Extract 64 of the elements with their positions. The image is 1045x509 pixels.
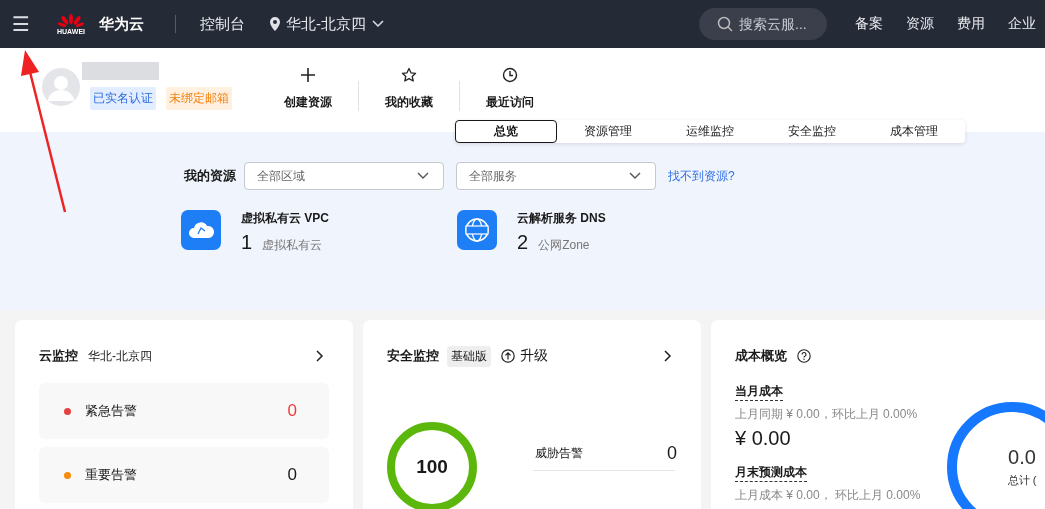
total-label: 总计 ( [1007, 473, 1037, 488]
resource-type: 公网Zone [538, 237, 590, 254]
section-title: 我的资源 [184, 167, 236, 185]
region-selector[interactable]: 华北-北京四 [270, 14, 384, 34]
card-title: 安全监控 [387, 347, 439, 365]
help-link[interactable]: 找不到资源? [668, 167, 735, 185]
verified-tag: 已实名认证 [90, 87, 156, 110]
cost-comparison: 上月同期 ¥ 0.00，环比上月 0.00% [735, 406, 919, 423]
upgrade-link[interactable]: 升级 [501, 347, 548, 365]
dropdown[interactable]: 全部服务 [456, 162, 656, 190]
menu-button[interactable]: ☰ [12, 12, 34, 36]
alarm-row[interactable]: 重要告警 0 [39, 447, 329, 503]
threat-label: 威胁告警 [535, 444, 583, 462]
resource-count[interactable]: 1 [241, 231, 253, 254]
nav-link[interactable]: 备案 [855, 15, 883, 33]
card-title: 云监控 [39, 347, 78, 365]
avatar-icon [42, 68, 80, 106]
help-icon[interactable] [797, 349, 811, 363]
cost-amount: ¥ 0.00 [735, 427, 792, 450]
alarm-count: 0 [287, 401, 297, 421]
tab[interactable]: 总览 [455, 120, 557, 143]
location-pin-icon [270, 17, 280, 31]
chevron-down-icon [417, 172, 429, 180]
status-tag: 未绑定邮箱 [166, 87, 232, 110]
chevron-down-icon [372, 20, 384, 28]
cost-comparison: 上月成本 ¥ 0.00， 环比上月 0.00% [735, 487, 922, 504]
tab[interactable]: 资源管理 [557, 120, 659, 143]
cost-label[interactable]: 当月成本 [735, 383, 783, 401]
alarm-row[interactable]: 紧急告警 0 [39, 383, 329, 439]
tab[interactable]: 运维监控 [659, 120, 761, 143]
resource-type: 虚拟私有云 [262, 237, 323, 254]
quick-action-button[interactable]: 创建资源 [258, 63, 358, 111]
chevron-right-icon[interactable] [664, 350, 672, 362]
tab[interactable]: 成本管理 [863, 120, 965, 143]
nav-link[interactable]: 企业 [1008, 15, 1036, 33]
search-field[interactable]: 搜索云服... [699, 8, 827, 40]
quick-action-button[interactable]: 我的收藏 [359, 63, 459, 111]
threat-count: 0 [667, 442, 677, 464]
total-value: 0.0 [1008, 446, 1036, 469]
nav-link[interactable]: 费用 [957, 15, 985, 33]
flower-logo-icon [58, 13, 84, 28]
service-name[interactable]: 虚拟私有云 VPC [241, 210, 329, 227]
alarm-count: 0 [287, 465, 297, 485]
up-arrow-circle-icon [501, 349, 515, 363]
resource-count[interactable]: 2 [517, 231, 529, 254]
console-link[interactable]: 控制台 [200, 14, 245, 34]
tab[interactable]: 安全监控 [761, 120, 863, 143]
edition-tag: 基础版 [447, 345, 491, 367]
globe-icon [457, 210, 497, 250]
clock-icon [502, 66, 518, 83]
region-label: 华北-北京四 [88, 347, 152, 365]
security-score: 100 [416, 456, 448, 478]
plus-icon [300, 66, 316, 83]
nav-link[interactable]: 资源 [906, 15, 934, 33]
cost-label[interactable]: 月末预测成本 [735, 464, 807, 482]
chevron-right-icon[interactable] [316, 350, 324, 362]
quick-action-button[interactable]: 最近访问 [460, 63, 560, 111]
card-title: 成本概览 [735, 347, 787, 365]
cloud-icon [181, 210, 221, 250]
star-icon [401, 66, 417, 83]
service-name[interactable]: 云解析服务 DNS [517, 210, 606, 227]
brand-name[interactable]: 华为云 [99, 14, 144, 34]
chevron-down-icon [629, 172, 641, 180]
dropdown[interactable]: 全部区域 [244, 162, 444, 190]
